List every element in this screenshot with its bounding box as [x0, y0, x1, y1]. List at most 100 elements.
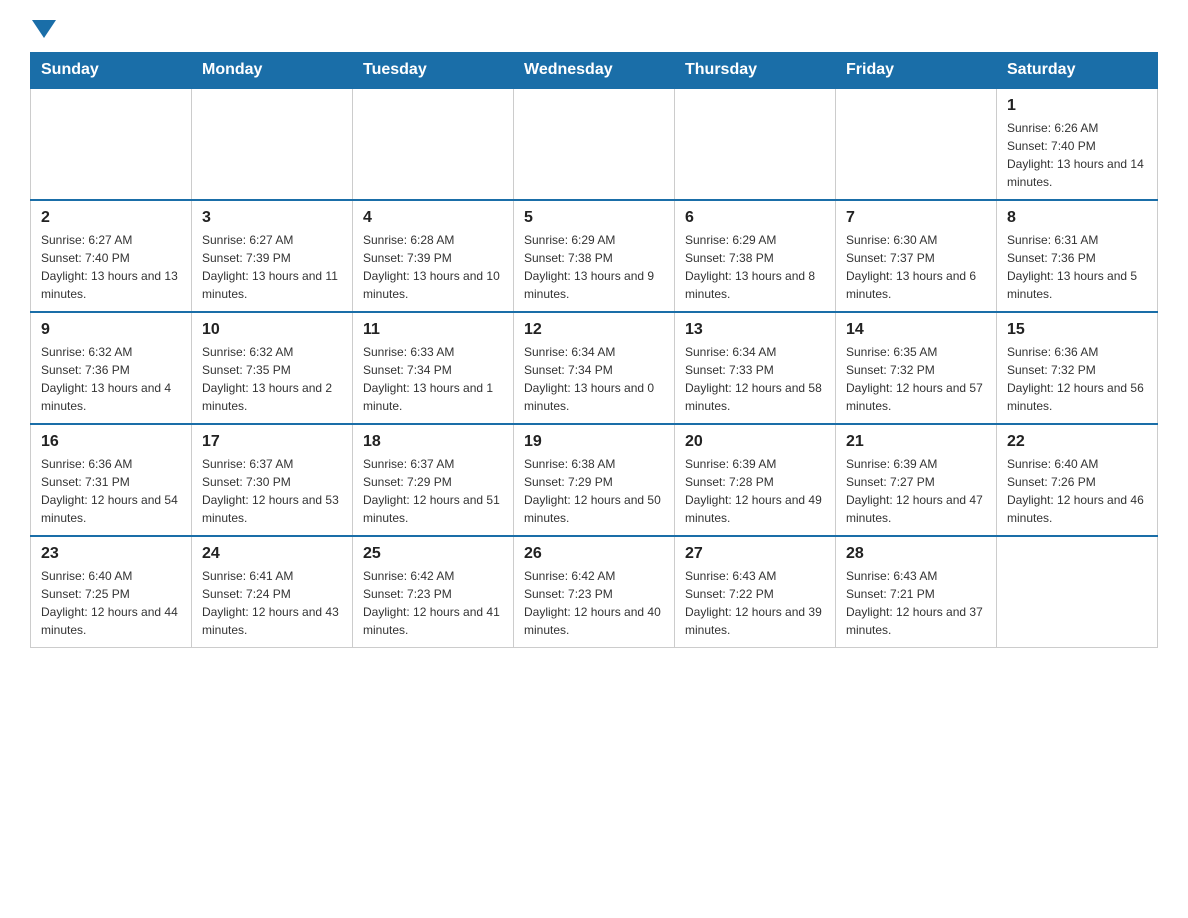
calendar-cell: 12 Sunrise: 6:34 AM Sunset: 7:34 PM Dayli…	[514, 312, 675, 424]
day-info: Sunrise: 6:29 AM Sunset: 7:38 PM Dayligh…	[524, 231, 664, 303]
day-info: Sunrise: 6:34 AM Sunset: 7:33 PM Dayligh…	[685, 343, 825, 415]
calendar-cell	[836, 88, 997, 200]
day-header-saturday: Saturday	[997, 53, 1158, 89]
day-number: 6	[685, 209, 825, 227]
day-info: Sunrise: 6:33 AM Sunset: 7:34 PM Dayligh…	[363, 343, 503, 415]
day-info: Sunrise: 6:34 AM Sunset: 7:34 PM Dayligh…	[524, 343, 664, 415]
day-number: 18	[363, 433, 503, 451]
calendar-cell: 14 Sunrise: 6:35 AM Sunset: 7:32 PM Dayli…	[836, 312, 997, 424]
calendar-cell: 4 Sunrise: 6:28 AM Sunset: 7:39 PM Daylig…	[353, 200, 514, 312]
calendar-cell: 19 Sunrise: 6:38 AM Sunset: 7:29 PM Dayli…	[514, 424, 675, 536]
calendar-cell: 20 Sunrise: 6:39 AM Sunset: 7:28 PM Dayli…	[675, 424, 836, 536]
calendar-cell: 9 Sunrise: 6:32 AM Sunset: 7:36 PM Daylig…	[31, 312, 192, 424]
day-number: 1	[1007, 97, 1147, 115]
day-info: Sunrise: 6:42 AM Sunset: 7:23 PM Dayligh…	[363, 567, 503, 639]
week-row-3: 9 Sunrise: 6:32 AM Sunset: 7:36 PM Daylig…	[31, 312, 1158, 424]
day-info: Sunrise: 6:26 AM Sunset: 7:40 PM Dayligh…	[1007, 119, 1147, 191]
calendar-cell: 2 Sunrise: 6:27 AM Sunset: 7:40 PM Daylig…	[31, 200, 192, 312]
day-number: 15	[1007, 321, 1147, 339]
day-number: 7	[846, 209, 986, 227]
day-info: Sunrise: 6:38 AM Sunset: 7:29 PM Dayligh…	[524, 455, 664, 527]
day-info: Sunrise: 6:37 AM Sunset: 7:29 PM Dayligh…	[363, 455, 503, 527]
logo	[30, 20, 58, 34]
calendar-cell: 1 Sunrise: 6:26 AM Sunset: 7:40 PM Daylig…	[997, 88, 1158, 200]
day-number: 5	[524, 209, 664, 227]
day-info: Sunrise: 6:32 AM Sunset: 7:35 PM Dayligh…	[202, 343, 342, 415]
day-header-tuesday: Tuesday	[353, 53, 514, 89]
day-number: 14	[846, 321, 986, 339]
day-number: 23	[41, 545, 181, 563]
calendar-cell: 6Sunrise: 6:29 AM Sunset: 7:38 PM Daylig…	[675, 200, 836, 312]
day-header-wednesday: Wednesday	[514, 53, 675, 89]
day-info: Sunrise: 6:41 AM Sunset: 7:24 PM Dayligh…	[202, 567, 342, 639]
day-info: Sunrise: 6:36 AM Sunset: 7:31 PM Dayligh…	[41, 455, 181, 527]
day-info: Sunrise: 6:40 AM Sunset: 7:25 PM Dayligh…	[41, 567, 181, 639]
calendar-cell: 13Sunrise: 6:34 AM Sunset: 7:33 PM Dayli…	[675, 312, 836, 424]
calendar-cell: 18 Sunrise: 6:37 AM Sunset: 7:29 PM Dayli…	[353, 424, 514, 536]
day-number: 4	[363, 209, 503, 227]
calendar-cell	[675, 88, 836, 200]
calendar-cell: 8 Sunrise: 6:31 AM Sunset: 7:36 PM Daylig…	[997, 200, 1158, 312]
week-row-4: 16 Sunrise: 6:36 AM Sunset: 7:31 PM Dayli…	[31, 424, 1158, 536]
calendar-cell: 21 Sunrise: 6:39 AM Sunset: 7:27 PM Dayli…	[836, 424, 997, 536]
day-info: Sunrise: 6:42 AM Sunset: 7:23 PM Dayligh…	[524, 567, 664, 639]
calendar-cell: 16 Sunrise: 6:36 AM Sunset: 7:31 PM Dayli…	[31, 424, 192, 536]
day-info: Sunrise: 6:37 AM Sunset: 7:30 PM Dayligh…	[202, 455, 342, 527]
day-number: 21	[846, 433, 986, 451]
calendar-cell: 5 Sunrise: 6:29 AM Sunset: 7:38 PM Daylig…	[514, 200, 675, 312]
day-header-monday: Monday	[192, 53, 353, 89]
day-number: 12	[524, 321, 664, 339]
calendar-cell: 15 Sunrise: 6:36 AM Sunset: 7:32 PM Dayli…	[997, 312, 1158, 424]
day-info: Sunrise: 6:31 AM Sunset: 7:36 PM Dayligh…	[1007, 231, 1147, 303]
day-info: Sunrise: 6:39 AM Sunset: 7:28 PM Dayligh…	[685, 455, 825, 527]
day-info: Sunrise: 6:35 AM Sunset: 7:32 PM Dayligh…	[846, 343, 986, 415]
day-header-sunday: Sunday	[31, 53, 192, 89]
day-info: Sunrise: 6:32 AM Sunset: 7:36 PM Dayligh…	[41, 343, 181, 415]
day-number: 25	[363, 545, 503, 563]
day-number: 20	[685, 433, 825, 451]
day-info: Sunrise: 6:39 AM Sunset: 7:27 PM Dayligh…	[846, 455, 986, 527]
calendar-cell: 7Sunrise: 6:30 AM Sunset: 7:37 PM Daylig…	[836, 200, 997, 312]
day-header-thursday: Thursday	[675, 53, 836, 89]
day-info: Sunrise: 6:27 AM Sunset: 7:39 PM Dayligh…	[202, 231, 342, 303]
calendar-cell: 17 Sunrise: 6:37 AM Sunset: 7:30 PM Dayli…	[192, 424, 353, 536]
calendar-cell	[997, 536, 1158, 648]
day-number: 16	[41, 433, 181, 451]
calendar-cell	[192, 88, 353, 200]
day-number: 22	[1007, 433, 1147, 451]
week-row-2: 2 Sunrise: 6:27 AM Sunset: 7:40 PM Daylig…	[31, 200, 1158, 312]
day-info: Sunrise: 6:43 AM Sunset: 7:22 PM Dayligh…	[685, 567, 825, 639]
day-number: 8	[1007, 209, 1147, 227]
calendar-cell	[514, 88, 675, 200]
calendar-cell	[353, 88, 514, 200]
day-number: 24	[202, 545, 342, 563]
day-number: 11	[363, 321, 503, 339]
day-number: 28	[846, 545, 986, 563]
day-info: Sunrise: 6:43 AM Sunset: 7:21 PM Dayligh…	[846, 567, 986, 639]
calendar-cell: 22 Sunrise: 6:40 AM Sunset: 7:26 PM Dayli…	[997, 424, 1158, 536]
calendar-cell: 25 Sunrise: 6:42 AM Sunset: 7:23 PM Dayli…	[353, 536, 514, 648]
day-number: 9	[41, 321, 181, 339]
calendar-cell	[31, 88, 192, 200]
day-number: 3	[202, 209, 342, 227]
day-number: 10	[202, 321, 342, 339]
day-number: 19	[524, 433, 664, 451]
day-number: 2	[41, 209, 181, 227]
day-header-friday: Friday	[836, 53, 997, 89]
calendar-cell: 23 Sunrise: 6:40 AM Sunset: 7:25 PM Dayli…	[31, 536, 192, 648]
week-row-1: 1 Sunrise: 6:26 AM Sunset: 7:40 PM Daylig…	[31, 88, 1158, 200]
calendar-cell: 3 Sunrise: 6:27 AM Sunset: 7:39 PM Daylig…	[192, 200, 353, 312]
calendar-cell: 28 Sunrise: 6:43 AM Sunset: 7:21 PM Dayli…	[836, 536, 997, 648]
calendar-cell: 27Sunrise: 6:43 AM Sunset: 7:22 PM Dayli…	[675, 536, 836, 648]
day-number: 17	[202, 433, 342, 451]
page-header	[30, 20, 1158, 34]
calendar-cell: 24 Sunrise: 6:41 AM Sunset: 7:24 PM Dayli…	[192, 536, 353, 648]
day-info: Sunrise: 6:27 AM Sunset: 7:40 PM Dayligh…	[41, 231, 181, 303]
calendar-table: SundayMondayTuesdayWednesdayThursdayFrid…	[30, 52, 1158, 648]
day-info: Sunrise: 6:40 AM Sunset: 7:26 PM Dayligh…	[1007, 455, 1147, 527]
calendar-cell: 11 Sunrise: 6:33 AM Sunset: 7:34 PM Dayli…	[353, 312, 514, 424]
day-info: Sunrise: 6:36 AM Sunset: 7:32 PM Dayligh…	[1007, 343, 1147, 415]
logo-triangle-icon	[32, 20, 56, 38]
calendar-cell: 26Sunrise: 6:42 AM Sunset: 7:23 PM Dayli…	[514, 536, 675, 648]
day-info: Sunrise: 6:28 AM Sunset: 7:39 PM Dayligh…	[363, 231, 503, 303]
